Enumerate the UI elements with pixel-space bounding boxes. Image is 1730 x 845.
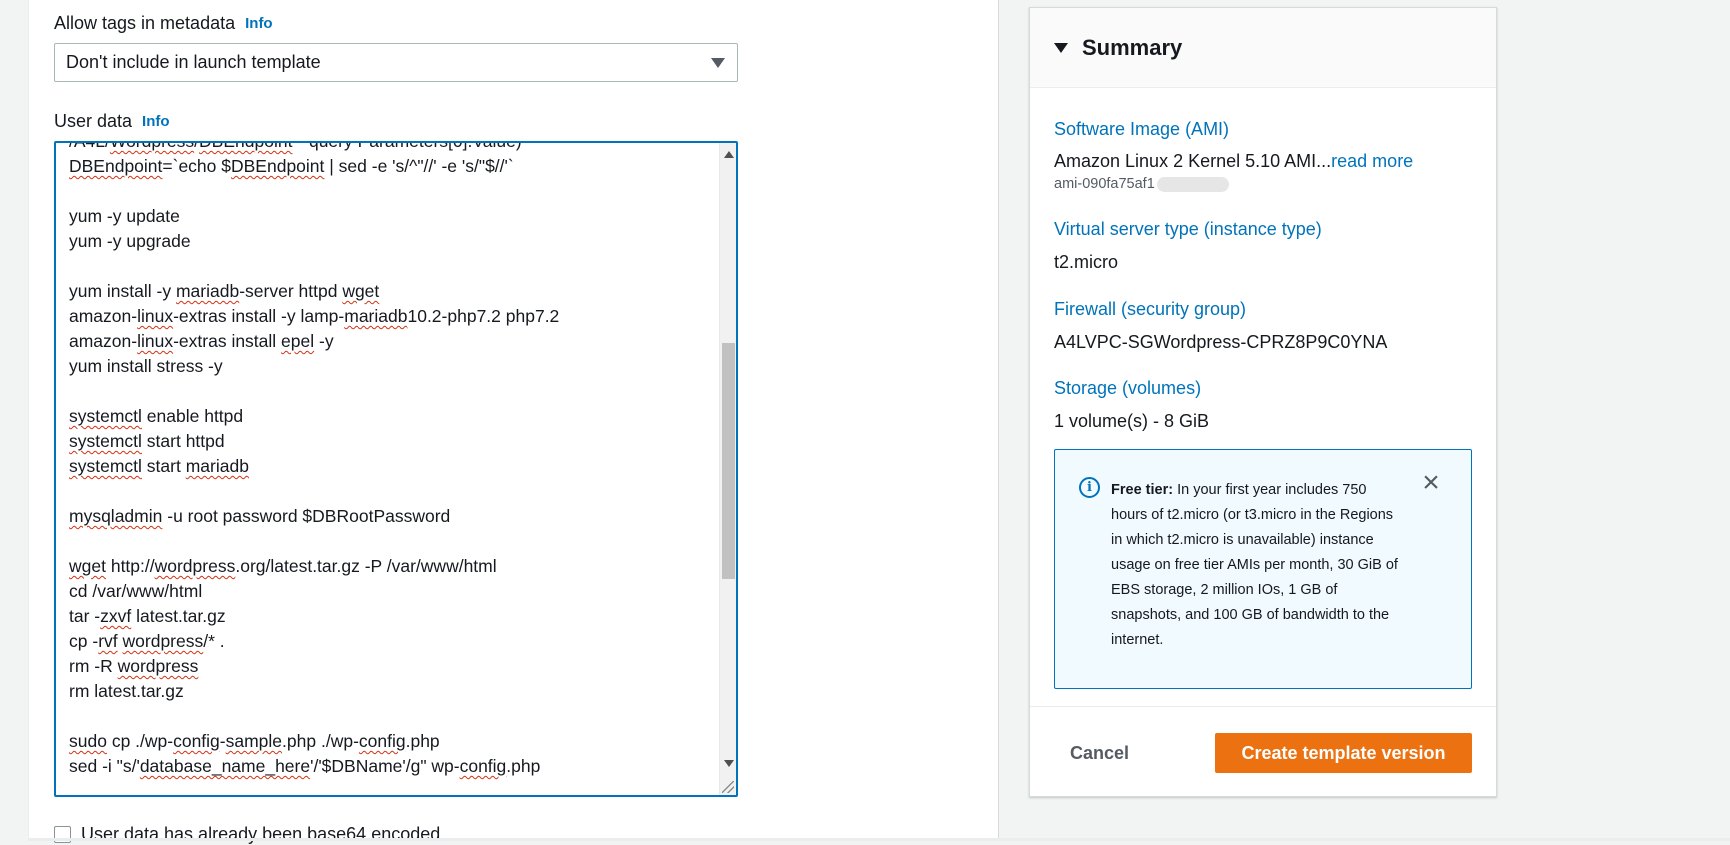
redacted-blur [1156, 176, 1229, 192]
code-line: yum -y upgrade [69, 231, 191, 251]
code-line: ​ [69, 529, 709, 554]
caret-down-icon [1054, 42, 1068, 53]
code-line: cd /var/www/html [69, 581, 203, 601]
base64-checkbox-label: User data has already been base64 encode… [81, 824, 441, 844]
summary-title: Summary [1082, 34, 1183, 60]
user-data-content[interactable]: /A4L/Wordpress/DBEndpoint --query Parame… [69, 141, 709, 779]
code-line: amazon-linux-extras install -y lamp-mari… [69, 306, 560, 326]
code-line: wget http://wordpress.org/latest.tar.gz … [69, 556, 497, 576]
code-line: ​ [69, 704, 709, 729]
free-tier-alert: i Free tier: In your first year includes… [1054, 449, 1472, 689]
left-gutter [0, 0, 28, 841]
resize-grip-icon[interactable] [722, 781, 734, 793]
code-line: ​ [69, 479, 709, 504]
base64-checkbox-row[interactable]: User data has already been base64 encode… [54, 824, 440, 845]
textarea-scrollbar[interactable] [719, 143, 736, 795]
code-line: systemctl enable httpd [69, 406, 244, 426]
ami-id: ami-090fa75af1 [1054, 176, 1155, 192]
code-line: mysqladmin -u root password $DBRootPassw… [69, 506, 451, 526]
storage-link[interactable]: Storage (volumes) [1054, 378, 1201, 399]
cancel-button[interactable]: Cancel [1070, 743, 1129, 764]
user-data-textarea[interactable]: /A4L/Wordpress/DBEndpoint --query Parame… [54, 141, 738, 797]
storage-value: 1 volume(s) - 8 GiB [1054, 411, 1210, 431]
ami-link[interactable]: Software Image (AMI) [1054, 119, 1229, 140]
code-line: rm latest.tar.gz [69, 681, 184, 701]
metadata-tags-selected-value: Don't include in launch template [66, 52, 321, 72]
user-data-label-row: User data Info [54, 111, 170, 132]
launch-template-form: Allow tags in metadata Info Don't includ… [28, 0, 999, 844]
scroll-down-arrow-icon[interactable] [724, 760, 734, 767]
firewall-value: A4LVPC-SGWordpress-CPRZ8P9C0YNA [1054, 332, 1388, 352]
code-line: amazon-linux-extras install epel -y [69, 331, 334, 351]
instance-type-value: t2.micro [1054, 252, 1119, 272]
code-line: sed -i "s/'database_name_here'/'$DBName'… [69, 756, 541, 776]
metadata-tags-label-row: Allow tags in metadata Info [54, 13, 273, 34]
code-line: yum install stress -y [69, 356, 223, 376]
code-line: rm -R wordpress [69, 656, 199, 676]
code-line: sudo cp ./wp-config-sample.php ./wp-conf… [69, 731, 440, 751]
ami-value: Amazon Linux 2 Kernel 5.10 AMI... [1054, 151, 1332, 171]
firewall-link[interactable]: Firewall (security group) [1054, 299, 1246, 320]
code-line: systemctl start mariadb [69, 456, 249, 476]
code-line: cp -rvf wordpress/* . [69, 631, 225, 651]
code-line: ​ [69, 179, 709, 204]
caret-down-icon [711, 58, 725, 68]
free-tier-text: Free tier: In your first year includes 7… [1111, 478, 1401, 653]
create-template-version-button[interactable]: Create template version [1215, 733, 1472, 773]
ami-id-row: ami-090fa75af1 [1054, 176, 1229, 192]
info-circle-icon: i [1079, 477, 1100, 498]
user-data-label: User data [54, 111, 133, 131]
code-line: yum -y update [69, 206, 180, 226]
metadata-tags-select[interactable]: Don't include in launch template [54, 43, 738, 82]
summary-panel: Summary Software Image (AMI) Amazon Linu… [1029, 7, 1497, 797]
metadata-tags-info-link[interactable]: Info [245, 15, 273, 32]
code-line: tar -zxvf latest.tar.gz [69, 606, 226, 626]
code-line: ​ [69, 379, 709, 404]
scroll-up-arrow-icon[interactable] [724, 151, 734, 158]
instance-type-link[interactable]: Virtual server type (instance type) [1054, 219, 1322, 240]
code-line: ​ [69, 254, 709, 279]
read-more-link[interactable]: read more [1331, 151, 1413, 171]
ami-value-row: Amazon Linux 2 Kernel 5.10 AMI...read mo… [1054, 151, 1413, 172]
summary-toggle[interactable]: Summary [1030, 8, 1496, 88]
code-line: yum install -y mariadb-server httpd wget [69, 281, 380, 301]
metadata-tags-label: Allow tags in metadata [54, 13, 236, 33]
summary-footer: Cancel Create template version [1030, 706, 1496, 798]
scrollbar-thumb[interactable] [722, 343, 735, 579]
user-data-info-link[interactable]: Info [142, 113, 170, 130]
code-line: systemctl start httpd [69, 431, 225, 451]
code-line: /A4L/Wordpress/DBEndpoint --query Parame… [69, 141, 522, 151]
code-line: DBEndpoint=`echo $DBEndpoint | sed -e 's… [69, 156, 514, 176]
close-icon[interactable]: × [1419, 468, 1443, 498]
free-tier-title: Free tier: [1111, 482, 1174, 498]
free-tier-description: In your first year includes 750 hours of… [1111, 482, 1398, 648]
